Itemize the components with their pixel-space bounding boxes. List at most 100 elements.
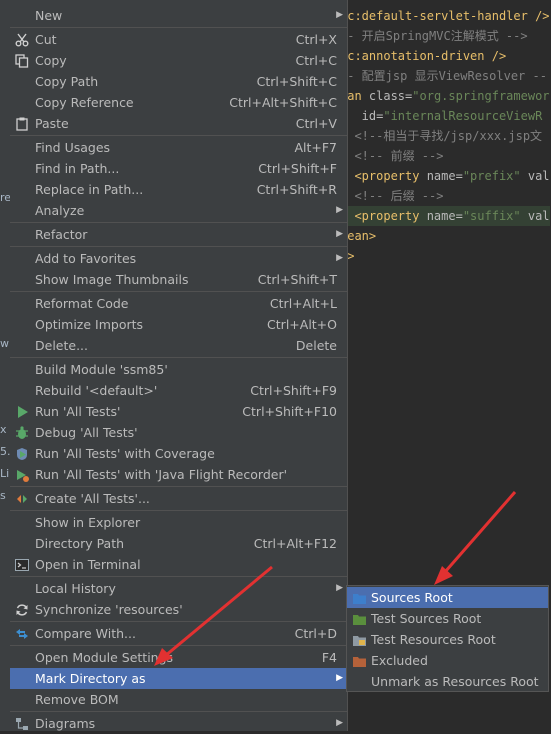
menu-item-label: New bbox=[35, 8, 63, 23]
menu-separator bbox=[10, 486, 347, 487]
menu-item-label: Copy bbox=[35, 53, 67, 68]
menu-item-new[interactable]: New ▶ bbox=[10, 5, 347, 26]
menu-item-shortcut: Ctrl+Shift+C bbox=[256, 74, 337, 89]
menu-item-label: Refactor bbox=[35, 227, 88, 242]
menu-item-remove-bom[interactable]: Remove BOM bbox=[10, 689, 347, 710]
code-token: "suffix" bbox=[462, 209, 521, 223]
submenu-arrow-icon: ▶ bbox=[336, 10, 343, 20]
menu-separator bbox=[10, 510, 347, 511]
menu-item-local-history[interactable]: Local History ▶ bbox=[10, 578, 347, 599]
project-tree-fragment: x bbox=[0, 423, 7, 436]
menu-item-build-module-ssm85[interactable]: Build Module 'ssm85' bbox=[10, 359, 347, 380]
project-tree-fragment: s bbox=[0, 489, 6, 502]
submenu-arrow-icon: ▶ bbox=[336, 673, 343, 683]
menu-item-shortcut: Ctrl+Shift+T bbox=[257, 272, 337, 287]
menu-item-label: Create 'All Tests'... bbox=[35, 491, 150, 506]
create-test-icon bbox=[15, 492, 29, 506]
submenu-item-excluded[interactable]: Excluded bbox=[347, 650, 548, 671]
menu-item-run-all-tests-with-coverage[interactable]: Run 'All Tests' with Coverage bbox=[10, 443, 347, 464]
menu-item-open-in-terminal[interactable]: Open in Terminal bbox=[10, 554, 347, 575]
coverage-icon bbox=[15, 447, 29, 461]
menu-item-label: Find Usages bbox=[35, 140, 111, 155]
menu-item-label: Show Image Thumbnails bbox=[35, 272, 189, 287]
menu-item-compare-with[interactable]: Compare With... Ctrl+D bbox=[10, 623, 347, 644]
menu-item-paste[interactable]: Paste Ctrl+V bbox=[10, 113, 347, 134]
code-line: <!-- 前缀 --> bbox=[340, 146, 443, 166]
menu-item-run-all-tests[interactable]: Run 'All Tests' Ctrl+Shift+F10 bbox=[10, 401, 347, 422]
menu-item-delete[interactable]: Delete... Delete bbox=[10, 335, 347, 356]
code-token: name= bbox=[426, 169, 463, 183]
menu-item-label: Find in Path... bbox=[35, 161, 120, 176]
menu-item-rebuild-default[interactable]: Rebuild '<default>' Ctrl+Shift+F9 bbox=[10, 380, 347, 401]
menu-item-reformat-code[interactable]: Reformat Code Ctrl+Alt+L bbox=[10, 293, 347, 314]
submenu-item-label: Test Sources Root bbox=[371, 611, 482, 626]
menu-item-show-in-explorer[interactable]: Show in Explorer bbox=[10, 512, 347, 533]
submenu-item-test-sources-root[interactable]: Test Sources Root bbox=[347, 608, 548, 629]
menu-item-shortcut: Ctrl+Alt+Shift+C bbox=[229, 95, 337, 110]
menu-item-copy-path[interactable]: Copy Path Ctrl+Shift+C bbox=[10, 71, 347, 92]
sources-folder-icon bbox=[353, 592, 366, 604]
menu-item-label: Show in Explorer bbox=[35, 515, 141, 530]
menu-separator bbox=[10, 711, 347, 712]
menu-item-mark-directory-as[interactable]: Mark Directory as ▶ bbox=[10, 668, 347, 689]
menu-item-optimize-imports[interactable]: Optimize Imports Ctrl+Alt+O bbox=[10, 314, 347, 335]
code-token: vc:annotation-driven /> bbox=[340, 49, 507, 63]
menu-item-cut[interactable]: Cut Ctrl+X bbox=[10, 29, 347, 50]
flight-recorder-icon bbox=[15, 468, 29, 482]
menu-item-label: Remove BOM bbox=[35, 692, 119, 707]
menu-item-shortcut: Ctrl+Alt+O bbox=[267, 317, 337, 332]
menu-item-run-all-tests-with-java-flight-recorder[interactable]: Run 'All Tests' with 'Java Flight Record… bbox=[10, 464, 347, 485]
code-token: <property bbox=[340, 209, 427, 223]
menu-item-label: Run 'All Tests' with 'Java Flight Record… bbox=[35, 467, 288, 482]
menu-item-label: Reformat Code bbox=[35, 296, 129, 311]
menu-item-synchronize-resources[interactable]: Synchronize 'resources' bbox=[10, 599, 347, 620]
excluded-folder-icon bbox=[353, 655, 366, 667]
menu-item-label: Optimize Imports bbox=[35, 317, 144, 332]
submenu-item-unmark-as-resources-root[interactable]: Unmark as Resources Root bbox=[347, 671, 548, 692]
menu-item-find-usages[interactable]: Find Usages Alt+F7 bbox=[10, 137, 347, 158]
menu-separator bbox=[10, 291, 347, 292]
menu-item-add-to-favorites[interactable]: Add to Favorites ▶ bbox=[10, 248, 347, 269]
menu-item-analyze[interactable]: Analyze ▶ bbox=[10, 200, 347, 221]
menu-separator bbox=[10, 576, 347, 577]
menu-item-show-image-thumbnails[interactable]: Show Image Thumbnails Ctrl+Shift+T bbox=[10, 269, 347, 290]
submenu-item-test-resources-root[interactable]: Test Resources Root bbox=[347, 629, 548, 650]
sync-icon bbox=[15, 603, 29, 617]
menu-item-replace-in-path[interactable]: Replace in Path... Ctrl+Shift+R bbox=[10, 179, 347, 200]
menu-item-label: Open Module Settings bbox=[35, 650, 174, 665]
menu-item-label: Open in Terminal bbox=[35, 557, 141, 572]
menu-item-find-in-path[interactable]: Find in Path... Ctrl+Shift+F bbox=[10, 158, 347, 179]
menu-item-copy[interactable]: Copy Ctrl+C bbox=[10, 50, 347, 71]
code-token: -- 开启SpringMVC注解模式 --> bbox=[340, 29, 528, 43]
code-token: val bbox=[520, 209, 550, 223]
menu-separator bbox=[10, 222, 347, 223]
menu-item-shortcut: Ctrl+C bbox=[295, 53, 337, 68]
menu-item-shortcut: Ctrl+X bbox=[295, 32, 337, 47]
menu-item-shortcut: Ctrl+V bbox=[295, 116, 337, 131]
submenu-item-sources-root[interactable]: Sources Root bbox=[347, 587, 548, 608]
code-token: val bbox=[520, 169, 550, 183]
menu-item-label: Mark Directory as bbox=[35, 671, 146, 686]
code-line: ean class="org.springframewor bbox=[340, 86, 550, 106]
submenu-arrow-icon: ▶ bbox=[336, 583, 343, 593]
submenu-arrow-icon: ▶ bbox=[336, 253, 343, 263]
menu-item-copy-reference[interactable]: Copy Reference Ctrl+Alt+Shift+C bbox=[10, 92, 347, 113]
menu-separator bbox=[10, 621, 347, 622]
code-token: class= bbox=[368, 89, 413, 103]
menu-item-open-module-settings[interactable]: Open Module Settings F4 bbox=[10, 647, 347, 668]
code-token: <!-- 后缀 --> bbox=[340, 189, 444, 203]
submenu-item-label: Unmark as Resources Root bbox=[371, 674, 539, 689]
code-line: <property name="suffix" val bbox=[340, 206, 550, 226]
menu-item-debug-all-tests[interactable]: Debug 'All Tests' bbox=[10, 422, 347, 443]
copy-icon bbox=[15, 54, 29, 68]
code-token: -- 配置jsp 显示ViewResolver -- bbox=[340, 69, 547, 83]
menu-item-label: Copy Reference bbox=[35, 95, 134, 110]
submenu-item-label: Sources Root bbox=[371, 590, 453, 605]
menu-item-label: Debug 'All Tests' bbox=[35, 425, 138, 440]
menu-item-label: Synchronize 'resources' bbox=[35, 602, 183, 617]
menu-item-shortcut: Ctrl+D bbox=[294, 626, 337, 641]
menu-item-label: Build Module 'ssm85' bbox=[35, 362, 168, 377]
menu-item-create-all-tests[interactable]: Create 'All Tests'... bbox=[10, 488, 347, 509]
menu-item-directory-path[interactable]: Directory Path Ctrl+Alt+F12 bbox=[10, 533, 347, 554]
menu-item-refactor[interactable]: Refactor ▶ bbox=[10, 224, 347, 245]
